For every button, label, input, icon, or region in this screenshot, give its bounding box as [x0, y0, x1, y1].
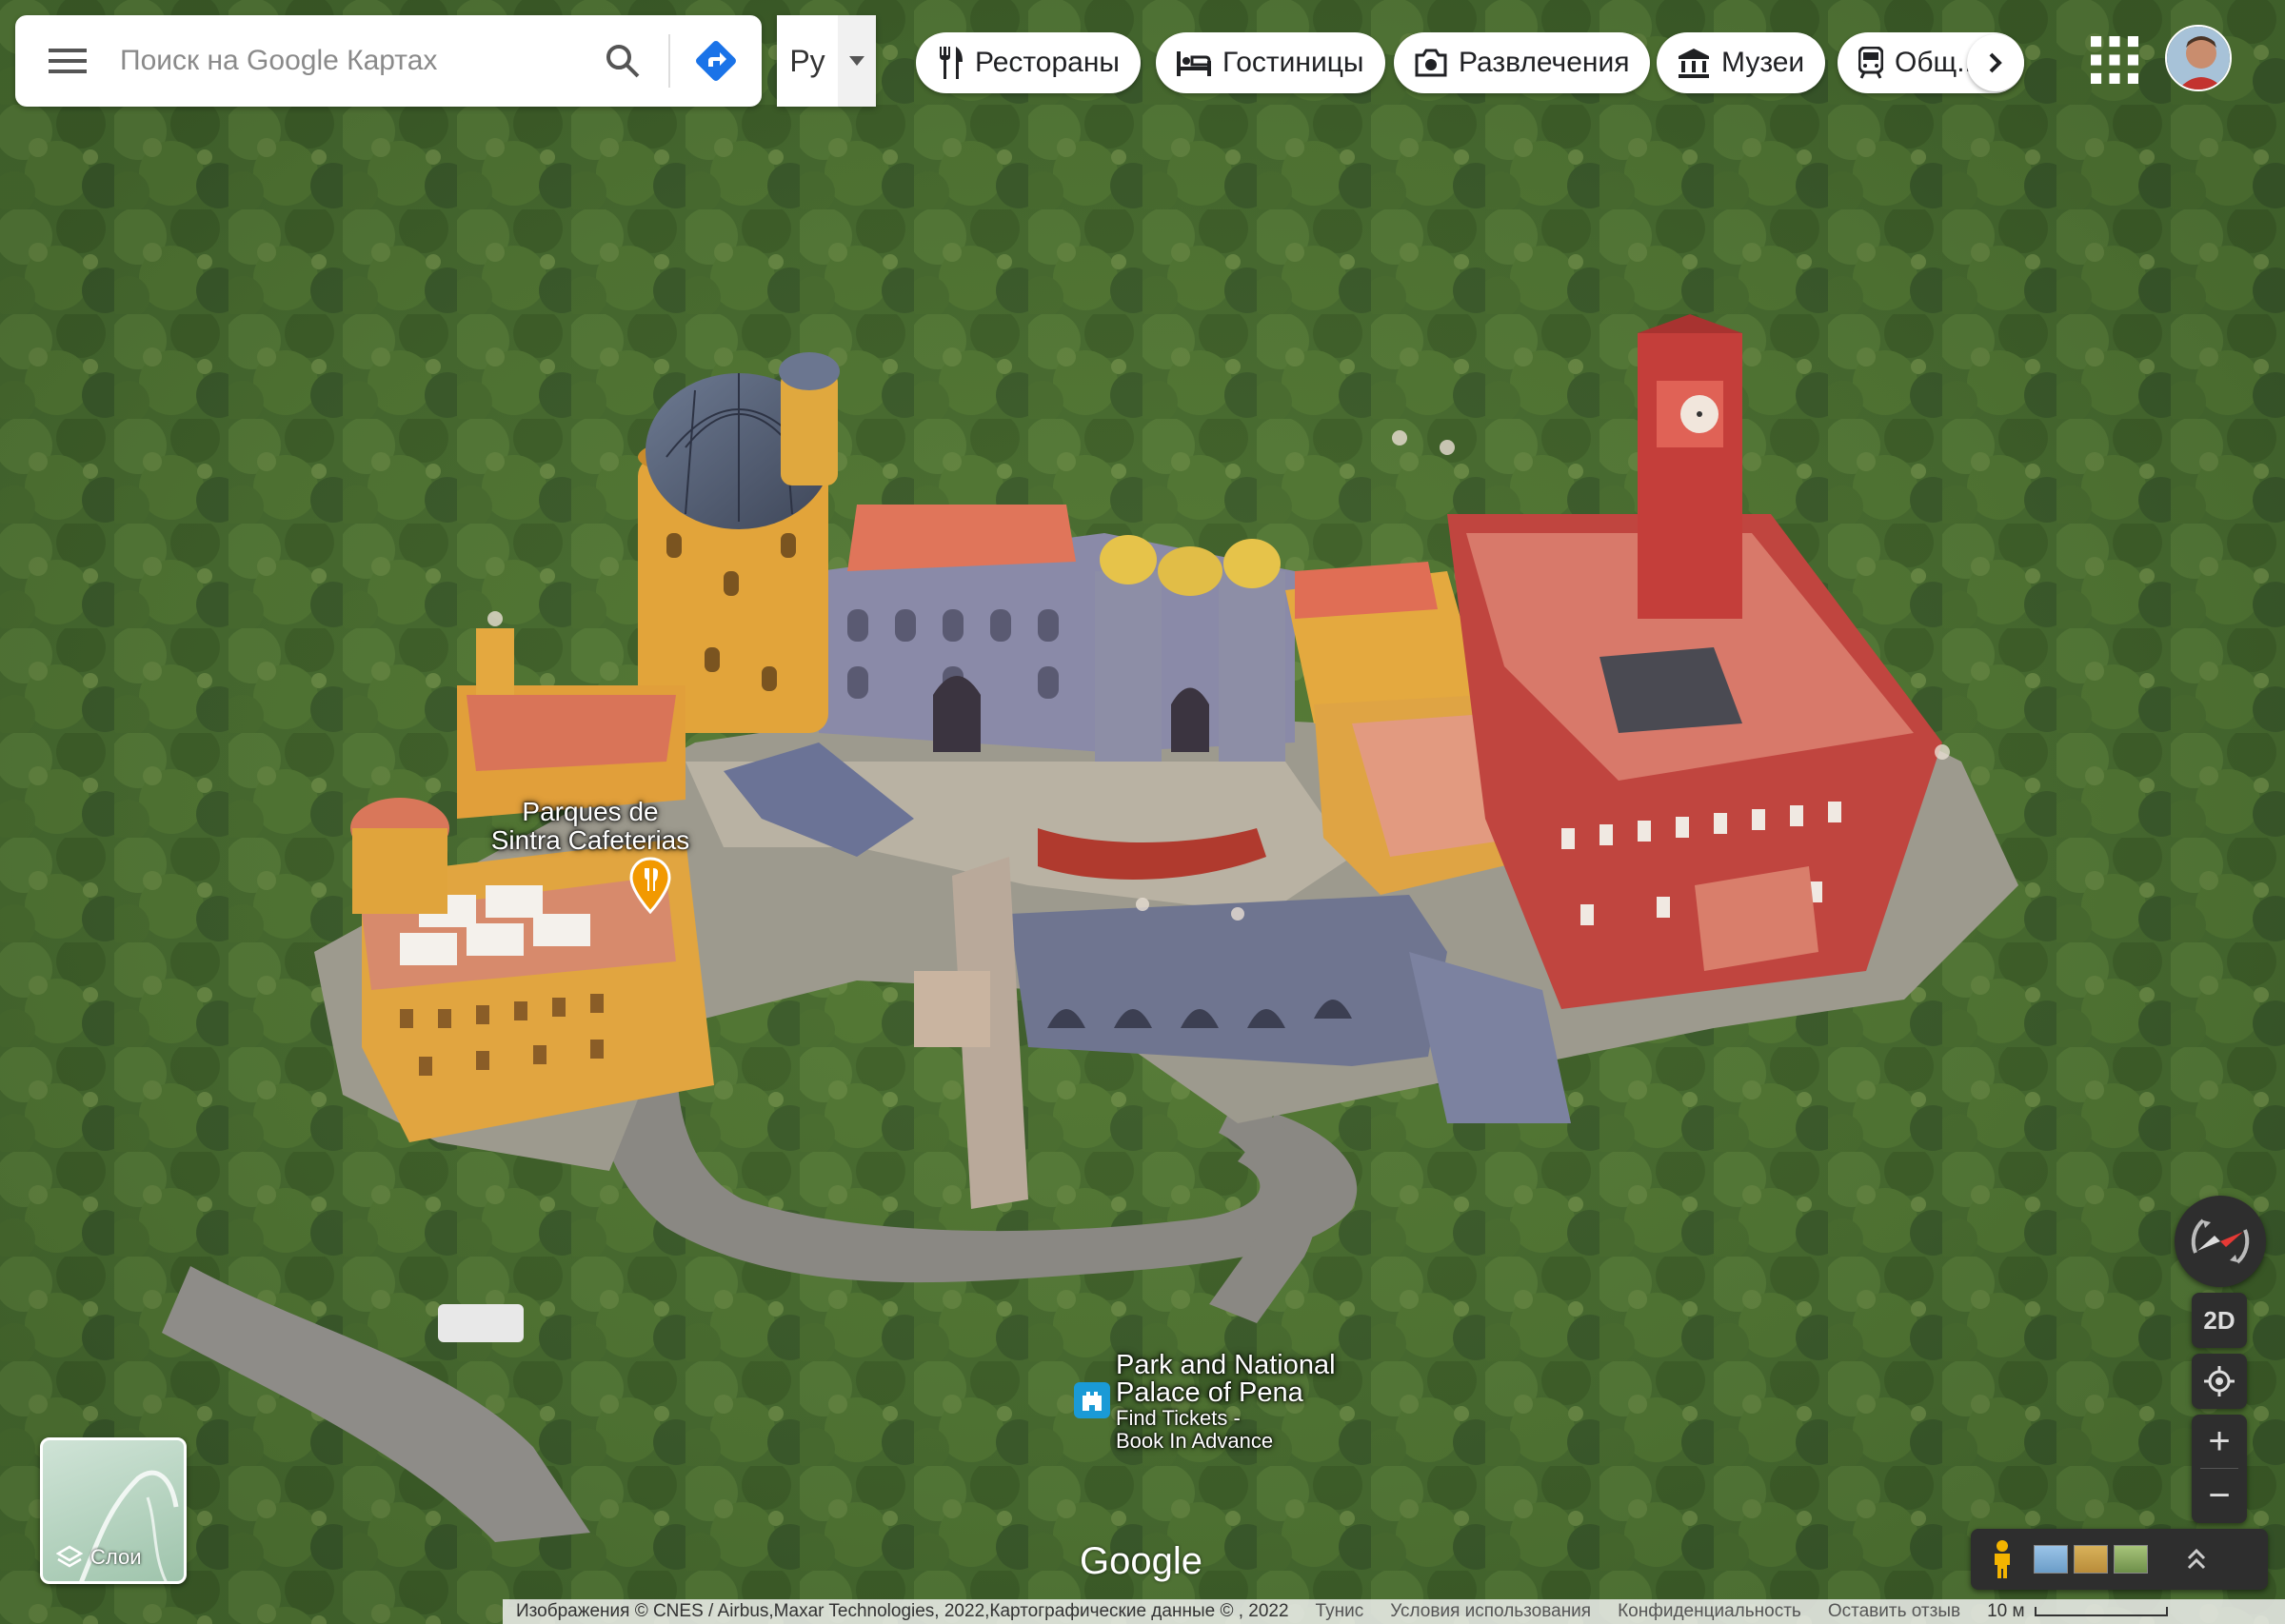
poi-label-pena-palace[interactable]: Park and National Palace of Pena Find Ti…: [1116, 1352, 1363, 1453]
search-button[interactable]: [577, 15, 668, 107]
layers-label: Слои: [90, 1545, 142, 1569]
restaurant-icon: [940, 47, 963, 79]
language-label: Ру: [789, 43, 825, 78]
expand-up-icon[interactable]: [2186, 1546, 2207, 1573]
transit-icon: [1858, 47, 1883, 79]
chip-entertainment[interactable]: Развлечения: [1394, 32, 1651, 93]
parked-vehicle: [438, 1304, 524, 1342]
region-link[interactable]: Тунис: [1302, 1601, 1378, 1622]
camera-icon: [1415, 49, 1447, 77]
directions-button[interactable]: [670, 15, 762, 107]
clock-tower: [1638, 333, 1742, 619]
hotel-icon: [1177, 51, 1211, 76]
search-input[interactable]: [120, 15, 577, 107]
search-box: [15, 15, 762, 107]
compass-button[interactable]: [2175, 1196, 2266, 1287]
language-selector[interactable]: Ру: [777, 15, 876, 107]
scale-line: [2034, 1607, 2168, 1616]
photo-thumbnail[interactable]: [2034, 1545, 2068, 1574]
feedback-link[interactable]: Оставить отзыв: [1815, 1601, 1974, 1622]
poi-name-line: Parques de: [522, 797, 659, 826]
poi-name-line: Palace of Pena: [1116, 1377, 1303, 1408]
attribution-text: Изображения © CNES / Airbus,Maxar Techno…: [516, 1601, 1289, 1621]
photo-thumbnail[interactable]: [2074, 1545, 2108, 1574]
zoom-control: + −: [2192, 1415, 2247, 1523]
my-location-button[interactable]: [2192, 1354, 2247, 1409]
privacy-link[interactable]: Конфиденциальность: [1604, 1601, 1815, 1622]
zoom-in-button[interactable]: +: [2192, 1415, 2247, 1468]
google-logo: Google: [1080, 1540, 1202, 1582]
scale-bar[interactable]: 10 м: [1974, 1601, 2180, 1622]
map-footer: Изображения © CNES / Airbus,Maxar Techno…: [503, 1599, 2285, 1624]
chips-scroll-right-button[interactable]: [1967, 34, 2024, 91]
photo-thumbnail[interactable]: [2114, 1545, 2148, 1574]
poi-label-cafe[interactable]: Parques de Sintra Cafeterias: [476, 798, 705, 855]
chip-label: Развлечения: [1459, 47, 1630, 78]
layers-icon: [56, 1545, 83, 1568]
chip-museums[interactable]: Музеи: [1657, 32, 1826, 93]
palace-pin-icon[interactable]: [1074, 1382, 1110, 1418]
chip-label: Музеи: [1721, 47, 1805, 78]
directions-icon: [696, 41, 736, 81]
chevron-down-icon: [838, 15, 876, 107]
layers-button[interactable]: Слои: [40, 1437, 187, 1584]
poi-sub-line: Book In Advance: [1116, 1429, 1274, 1453]
search-icon: [606, 45, 640, 78]
poi-sub-line: Find Tickets -: [1116, 1406, 1241, 1430]
compass-icon: [2191, 1218, 2250, 1264]
terms-link[interactable]: Условия использования: [1377, 1601, 1604, 1622]
pegman-icon: [1995, 1540, 2010, 1578]
arcade-wall: [1009, 895, 1447, 1066]
hamburger-icon: [49, 49, 87, 73]
pegman-button[interactable]: [1971, 1540, 2034, 1578]
street-view-bar: [1971, 1529, 2268, 1590]
zoom-out-button[interactable]: −: [2192, 1469, 2247, 1522]
chip-restaurants[interactable]: Рестораны: [916, 32, 1141, 93]
toggle-2d-button[interactable]: 2D: [2192, 1293, 2247, 1348]
museum-icon: [1679, 49, 1709, 78]
poi-name-line: Park and National: [1116, 1350, 1336, 1380]
chip-label: Гостиницы: [1222, 47, 1364, 78]
poi-name-line: Sintra Cafeterias: [490, 825, 690, 855]
scale-label: 10 м: [1987, 1601, 2025, 1621]
chevron-right-icon: [1989, 52, 2002, 73]
apps-grid-icon[interactable]: [2091, 36, 2138, 84]
chip-label: Рестораны: [975, 47, 1120, 78]
avatar[interactable]: [2165, 25, 2232, 91]
restaurant-pin-icon[interactable]: [628, 857, 672, 914]
location-target-icon: [2204, 1366, 2235, 1396]
menu-button[interactable]: [15, 15, 120, 107]
chip-hotels[interactable]: Гостиницы: [1156, 32, 1385, 93]
